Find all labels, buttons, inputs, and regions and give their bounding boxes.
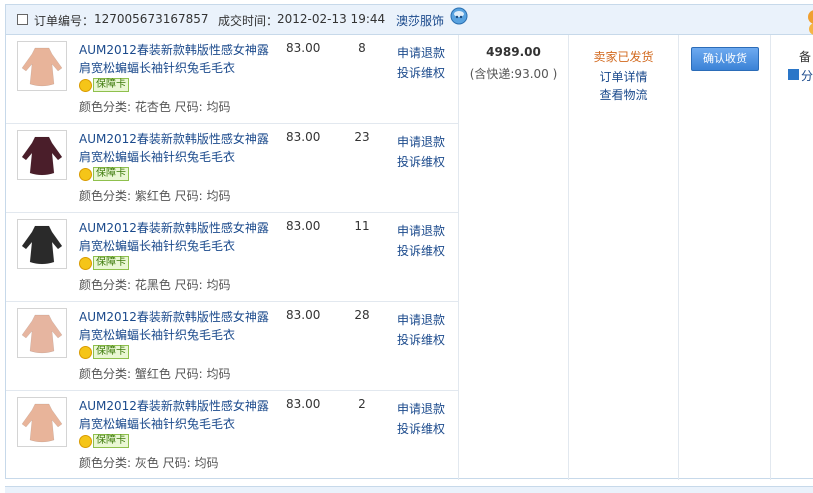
guarantee-icon [79,345,92,359]
product-sku: 颜色分类: 花杏色 尺码: 均码 [79,100,231,114]
shipping-fee: (含快递:93.00 ) [469,67,558,81]
product-thumbnail[interactable] [17,130,67,180]
guarantee-card-badge[interactable]: 保障卡 [79,78,129,92]
product-title-link[interactable]: AUM2012春装新款韩版性感女神露肩宽松蝙蝠长袖针织兔毛毛衣 [79,308,269,344]
unit-price: 83.00 [286,308,321,322]
product-image-icon [18,309,66,357]
product-sku: 颜色分类: 灰色 尺码: 均码 [79,456,219,470]
complaint-link[interactable]: 投诉维权 [397,242,445,259]
guarantee-card-label: 保障卡 [93,434,129,448]
product-image-icon [18,131,66,179]
order-time-label: 成交时间： [218,14,279,28]
shop-name-link[interactable]: 澳莎服饰 [396,12,444,29]
guarantee-icon [79,256,92,270]
product-title-link[interactable]: AUM2012春装新款韩版性感女神露肩宽松蝙蝠长袖针织兔毛毛衣 [79,397,269,433]
product-thumbnail[interactable] [17,41,67,91]
unit-price: 83.00 [286,219,321,233]
order-card: 订单编号： 127005673167857 成交时间： 2012-02-13 1… [5,4,813,480]
product-sku: 颜色分类: 花黑色 尺码: 均码 [79,278,231,292]
order-item-row: AUM2012春装新款韩版性感女神露肩宽松蝙蝠长袖针织兔毛毛衣 保障卡 颜色分类… [6,391,458,479]
guarantee-icon [79,78,92,92]
guarantee-card-badge[interactable]: 保障卡 [79,434,129,448]
unit-price: 83.00 [286,41,321,55]
order-status: 卖家已发货 [593,50,654,64]
guarantee-card-badge[interactable]: 保障卡 [79,345,129,359]
mascot-icon [808,10,813,35]
refund-request-link[interactable]: 申请退款 [397,222,445,239]
refund-request-link[interactable]: 申请退款 [397,311,445,328]
order-detail-link[interactable]: 订单详情 [568,68,679,85]
order-select-checkbox[interactable] [17,14,28,25]
refund-request-link[interactable]: 申请退款 [397,133,445,150]
refund-request-link[interactable]: 申请退款 [397,44,445,61]
column-divider [770,35,771,480]
product-thumbnail[interactable] [17,397,67,447]
confirm-receipt-button[interactable]: 确认收货 [691,47,759,71]
product-title-link[interactable]: AUM2012春装新款韩版性感女神露肩宽松蝙蝠长袖针织兔毛毛衣 [79,219,269,255]
quantity: 2 [358,397,366,411]
refund-request-link[interactable]: 申请退款 [397,400,445,417]
order-number-label: 订单编号： [34,14,95,28]
guarantee-card-label: 保障卡 [93,345,129,359]
guarantee-card-badge[interactable]: 保障卡 [79,167,129,181]
view-logistics-link[interactable]: 查看物流 [568,86,679,103]
share-icon[interactable] [788,69,799,80]
order-item-row: AUM2012春装新款韩版性感女神露肩宽松蝙蝠长袖针织兔毛毛衣 保障卡 颜色分类… [6,213,458,302]
column-divider [458,35,459,480]
complaint-link[interactable]: 投诉维权 [397,64,445,81]
guarantee-icon [79,167,92,181]
unit-price: 83.00 [286,130,321,144]
product-image-icon [18,398,66,446]
share-link[interactable]: 分 [801,67,813,84]
quantity: 23 [354,130,370,144]
guarantee-card-label: 保障卡 [93,256,129,270]
guarantee-icon [79,434,92,448]
wangwang-chat-icon[interactable] [450,7,468,25]
unit-price: 83.00 [286,397,321,411]
order-item-row: AUM2012春装新款韩版性感女神露肩宽松蝙蝠长袖针织兔毛毛衣 保障卡 颜色分类… [6,124,458,213]
product-image-icon [18,220,66,268]
product-thumbnail[interactable] [17,219,67,269]
product-title-link[interactable]: AUM2012春装新款韩版性感女神露肩宽松蝙蝠长袖针织兔毛毛衣 [79,130,269,166]
order-item-row: AUM2012春装新款韩版性感女神露肩宽松蝙蝠长袖针织兔毛毛衣 保障卡 颜色分类… [6,35,458,124]
product-sku: 颜色分类: 紫红色 尺码: 均码 [79,189,231,203]
order-item-row: AUM2012春装新款韩版性感女神露肩宽松蝙蝠长袖针织兔毛毛衣 保障卡 颜色分类… [6,302,458,391]
guarantee-card-label: 保障卡 [93,78,129,92]
order-number: 127005673167857 [94,12,209,26]
product-sku: 颜色分类: 蟹红色 尺码: 均码 [79,367,231,381]
guarantee-card-badge[interactable]: 保障卡 [79,256,129,270]
order-item-list: AUM2012春装新款韩版性感女神露肩宽松蝙蝠长袖针织兔毛毛衣 保障卡 颜色分类… [6,35,458,479]
complaint-link[interactable]: 投诉维权 [397,153,445,170]
quantity: 28 [354,308,370,322]
product-title-link[interactable]: AUM2012春装新款韩版性感女神露肩宽松蝙蝠长袖针织兔毛毛衣 [79,41,269,77]
quantity: 8 [358,41,366,55]
product-thumbnail[interactable] [17,308,67,358]
guarantee-card-label: 保障卡 [93,167,129,181]
memo-link[interactable]: 备 [799,48,811,65]
complaint-link[interactable]: 投诉维权 [397,420,445,437]
order-time: 2012-02-13 19:44 [277,12,386,26]
order-header: 订单编号： 127005673167857 成交时间： 2012-02-13 1… [6,5,813,35]
complaint-link[interactable]: 投诉维权 [397,331,445,348]
order-total: 4989.00 [486,45,541,59]
quantity: 11 [354,219,370,233]
product-image-icon [18,42,66,90]
